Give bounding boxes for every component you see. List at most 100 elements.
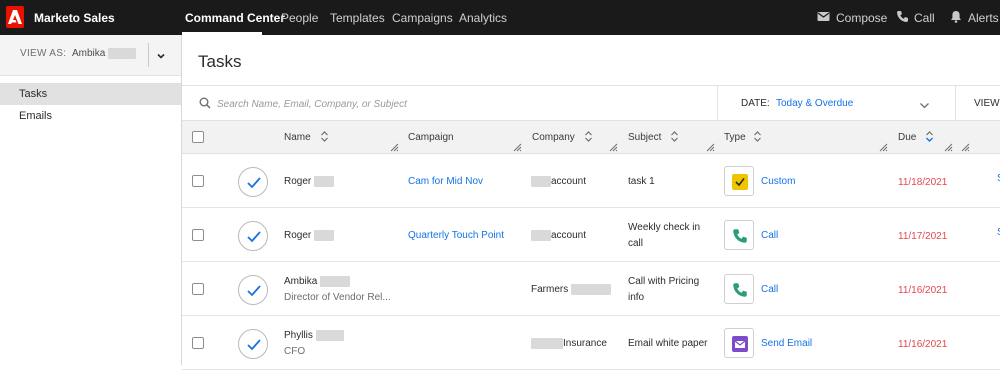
- company-name: Farmers: [531, 282, 612, 297]
- row-checkbox[interactable]: [192, 337, 204, 349]
- task-type-badge: [724, 220, 754, 250]
- task-subject: Weekly check in: [628, 222, 701, 233]
- phone-icon: [732, 282, 748, 303]
- nav-campaigns[interactable]: Campaigns: [392, 11, 453, 25]
- divider: [148, 43, 149, 67]
- task-type-link[interactable]: Send Email: [761, 336, 812, 351]
- sidebar: VIEW AS: Ambika Tasks Emails: [0, 35, 182, 365]
- redacted-text: [108, 48, 137, 59]
- task-type-link[interactable]: Custom: [761, 174, 795, 189]
- nav-analytics[interactable]: Analytics: [459, 11, 507, 25]
- email-icon: [732, 336, 748, 357]
- redacted-text: [571, 283, 612, 295]
- contact-first-name: Phyllis: [284, 330, 313, 341]
- task-type-link[interactable]: Call: [761, 282, 778, 297]
- contact-name[interactable]: Roger: [284, 228, 335, 243]
- company-name: account: [531, 174, 586, 189]
- filter-toolbar: DATE: Today & Overdue VIEW:: [182, 85, 1000, 121]
- redacted-text: [320, 275, 351, 287]
- row-checkbox[interactable]: [192, 283, 204, 295]
- select-all-checkbox[interactable]: [192, 131, 204, 143]
- task-type-link[interactable]: Call: [761, 228, 778, 243]
- compose-button[interactable]: Compose: [836, 11, 887, 25]
- column-header-company[interactable]: Company: [532, 132, 575, 143]
- complete-task-button[interactable]: [238, 329, 268, 359]
- company-text: Insurance: [563, 338, 607, 349]
- sort-icon[interactable]: [320, 130, 329, 148]
- sort-icon[interactable]: [670, 130, 679, 148]
- contact-name[interactable]: Ambika: [284, 274, 351, 289]
- company-text: account: [551, 176, 587, 187]
- complete-task-button[interactable]: [238, 167, 268, 197]
- column-header-type[interactable]: Type: [724, 132, 746, 143]
- table-row[interactable]: Phyllis CFO Insurance Email white paper …: [182, 316, 1000, 370]
- nav-templates[interactable]: Templates: [330, 11, 385, 25]
- page-title: Tasks: [198, 52, 242, 71]
- column-header-name[interactable]: Name: [284, 132, 311, 143]
- sort-descending-icon[interactable]: [925, 130, 934, 148]
- contact-name[interactable]: Roger: [284, 174, 335, 189]
- column-header-campaign[interactable]: Campaign: [408, 132, 454, 143]
- nav-people[interactable]: People: [281, 11, 318, 25]
- adobe-logo-icon[interactable]: [6, 6, 24, 28]
- redacted-text: [531, 229, 551, 241]
- due-date: 11/16/2021: [898, 285, 948, 296]
- view-as-user[interactable]: Ambika: [72, 48, 137, 60]
- task-subject: Call with Pricing: [628, 276, 700, 287]
- checkbox-icon: [732, 174, 748, 195]
- sidebar-item-emails[interactable]: Emails: [0, 105, 181, 127]
- nav-command-center[interactable]: Command Center: [185, 11, 285, 25]
- table-row[interactable]: Ambika Director of Vendor Rel... Farmers…: [182, 262, 1000, 316]
- search-input[interactable]: [217, 95, 667, 113]
- task-type-badge: [724, 166, 754, 196]
- sort-icon[interactable]: [584, 130, 593, 148]
- table-row[interactable]: Roger Quarterly Touch Point account Week…: [182, 208, 1000, 262]
- sidebar-item-tasks[interactable]: Tasks: [0, 83, 181, 105]
- chevron-down-icon[interactable]: [919, 98, 930, 116]
- redacted-text: [314, 175, 335, 187]
- task-subject-line2: call: [628, 238, 644, 249]
- envelope-icon[interactable]: [817, 10, 830, 28]
- call-button[interactable]: Call: [914, 11, 935, 25]
- top-bar: Marketo Sales Command Center People Temp…: [0, 0, 1000, 35]
- contact-first-name: Roger: [284, 230, 312, 241]
- active-tab-indicator: [182, 32, 262, 35]
- campaign-link[interactable]: Quarterly Touch Point: [408, 228, 504, 243]
- row-checkbox[interactable]: [192, 175, 204, 187]
- divider: [717, 86, 718, 121]
- alerts-button[interactable]: Alerts: [968, 11, 999, 25]
- date-filter-value[interactable]: Today & Overdue: [776, 98, 853, 109]
- company-name: Insurance: [531, 336, 607, 351]
- due-date: 11/18/2021: [898, 177, 948, 188]
- company-text: account: [551, 230, 587, 241]
- contact-first-name: Roger: [284, 176, 312, 187]
- company-name: account: [531, 228, 586, 243]
- complete-task-button[interactable]: [238, 221, 268, 251]
- view-filter-label[interactable]: VIEW:: [974, 98, 1000, 109]
- sort-icon[interactable]: [753, 130, 762, 148]
- table-row[interactable]: Roger Cam for Mid Nov account task 1 Cus…: [182, 154, 1000, 208]
- row-checkbox[interactable]: [192, 229, 204, 241]
- company-text: Farmers: [531, 284, 569, 295]
- view-as-user-name: Ambika: [72, 48, 106, 60]
- complete-task-button[interactable]: [238, 275, 268, 305]
- divider: [955, 86, 956, 121]
- due-date: 11/17/2021: [898, 231, 948, 242]
- campaign-link[interactable]: Cam for Mid Nov: [408, 174, 483, 189]
- chevron-down-icon[interactable]: [156, 48, 166, 66]
- contact-name[interactable]: Phyllis: [284, 328, 344, 343]
- task-subject: task 1: [628, 176, 655, 187]
- redacted-text: [531, 337, 563, 349]
- task-type-badge: [724, 328, 754, 358]
- column-header-subject[interactable]: Subject: [628, 132, 661, 143]
- task-subject-line2: info: [628, 292, 645, 303]
- contact-title: CFO: [284, 346, 306, 357]
- phone-icon: [732, 228, 748, 249]
- phone-icon[interactable]: [896, 10, 909, 28]
- view-as-label: VIEW AS:: [20, 48, 67, 59]
- column-header-due[interactable]: Due: [898, 132, 916, 143]
- bell-icon[interactable]: [950, 10, 962, 28]
- sidebar-item-label: Tasks: [19, 88, 48, 100]
- date-filter-label: DATE:: [741, 98, 770, 109]
- app-title: Marketo Sales: [34, 11, 115, 25]
